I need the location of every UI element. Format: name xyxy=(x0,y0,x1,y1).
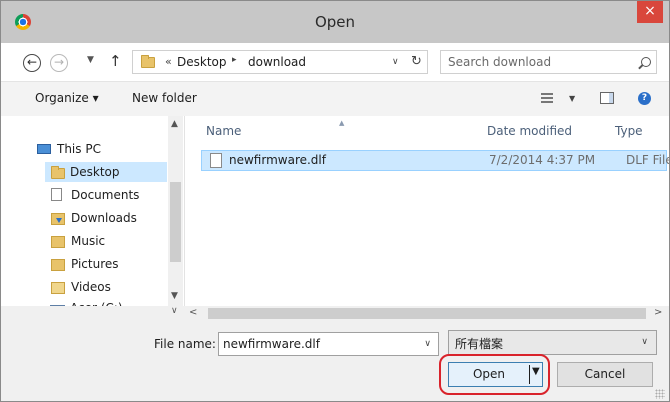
organize-button[interactable]: Organize ▾ xyxy=(35,91,99,105)
sidebar-item-music[interactable]: Music xyxy=(51,231,166,251)
dialog-title: Open xyxy=(314,13,356,31)
file-icon xyxy=(210,153,222,168)
file-type-select[interactable]: 所有檔案 ∨ xyxy=(448,330,657,355)
scroll-down-icon[interactable]: ▼ xyxy=(171,291,178,301)
file-list-horizontal-scrollbar[interactable]: < > xyxy=(184,306,669,321)
file-name-combobox[interactable]: ∨ xyxy=(218,332,439,356)
sidebar-horizontal-scrollbar[interactable]: ∨ xyxy=(1,306,184,321)
sidebar-item-videos[interactable]: Videos xyxy=(51,277,166,297)
close-button[interactable]: × xyxy=(637,1,663,23)
folder-icon xyxy=(141,55,155,68)
open-button-label: Open xyxy=(472,367,506,381)
column-header-name[interactable]: Name xyxy=(206,116,241,146)
new-folder-button[interactable]: New folder xyxy=(132,91,197,105)
sidebar-item-pictures[interactable]: Pictures xyxy=(51,254,166,274)
open-dialog: Open × ← → ▼ ↑ « Desktop ▸ download ∨ ↻ … xyxy=(0,0,670,402)
dialog-footer: File name: ∨ 所有檔案 ∨ Open ▼ Cancel xyxy=(1,321,669,401)
preview-pane-icon[interactable] xyxy=(600,92,614,104)
sidebar-item-label: Downloads xyxy=(71,211,137,225)
pictures-icon xyxy=(51,259,65,271)
breadcrumb-separator-icon[interactable]: ▸ xyxy=(232,55,237,65)
search-icon[interactable] xyxy=(641,57,651,67)
breadcrumb-desktop[interactable]: Desktop xyxy=(177,55,227,69)
downloads-icon xyxy=(51,213,65,225)
sidebar-item-label: Pictures xyxy=(71,257,119,271)
file-name-label: File name: xyxy=(154,337,216,351)
resize-grip-icon[interactable] xyxy=(655,389,665,399)
more-options-dropdown[interactable]: ▼ xyxy=(569,94,575,103)
sort-ascending-icon: ▲ xyxy=(339,119,345,127)
file-date: 7/2/2014 4:37 PM xyxy=(489,153,596,167)
computer-icon xyxy=(37,144,51,154)
sidebar-vertical-scrollbar[interactable]: ▲ ▼ xyxy=(168,116,183,306)
browser-area: This PC Desktop Documents Downloads Musi… xyxy=(1,116,669,321)
command-bar: Organize ▾ New folder ▼ ? xyxy=(1,81,669,117)
change-view-icon[interactable] xyxy=(541,93,553,103)
music-icon xyxy=(51,236,65,248)
search-box[interactable] xyxy=(440,50,657,74)
up-folder-button[interactable]: ↑ xyxy=(109,52,122,70)
scroll-up-icon[interactable]: ▲ xyxy=(171,119,178,129)
open-button[interactable]: Open ▼ xyxy=(448,362,543,387)
sidebar-item-label: Music xyxy=(71,234,106,248)
scroll-left-icon[interactable]: < xyxy=(189,307,197,318)
cancel-button-label: Cancel xyxy=(584,367,626,381)
documents-icon xyxy=(51,188,62,201)
column-header-type[interactable]: Type xyxy=(615,116,643,146)
chevron-down-icon[interactable]: ∨ xyxy=(641,337,648,347)
sidebar-item-this-pc[interactable]: This PC xyxy=(37,139,157,159)
file-type-value: 所有檔案 xyxy=(455,337,504,351)
breadcrumb-download[interactable]: download xyxy=(248,55,306,69)
cancel-button[interactable]: Cancel xyxy=(557,362,653,387)
navigation-pane: This PC Desktop Documents Downloads Musi… xyxy=(1,116,185,321)
address-bar[interactable]: « Desktop ▸ download ∨ ↻ xyxy=(132,50,428,74)
chevron-down-icon[interactable]: ∨ xyxy=(424,339,431,349)
forward-button[interactable]: → xyxy=(50,54,68,72)
recent-locations-button[interactable]: ▼ xyxy=(87,55,94,65)
sidebar-item-label: Documents xyxy=(71,188,140,202)
help-icon[interactable]: ? xyxy=(638,92,651,105)
search-input[interactable] xyxy=(448,53,618,71)
sidebar-item-label: Desktop xyxy=(70,165,120,179)
open-options-dropdown-icon[interactable]: ▼ xyxy=(532,366,540,377)
file-name: newfirmware.dlf xyxy=(229,153,326,167)
sidebar-item-documents[interactable]: Documents xyxy=(51,185,166,205)
scrollbar-thumb[interactable] xyxy=(170,182,181,262)
sidebar-item-label: Videos xyxy=(71,280,111,294)
refresh-icon[interactable]: ↻ xyxy=(411,54,422,69)
address-dropdown-button[interactable]: ∨ xyxy=(392,57,399,67)
scroll-right-icon[interactable]: > xyxy=(654,307,662,318)
scrollbar-thumb[interactable] xyxy=(208,308,646,319)
folder-icon xyxy=(51,166,65,179)
sidebar-item-label: This PC xyxy=(57,142,101,156)
scroll-down-chevron-icon[interactable]: ∨ xyxy=(171,306,178,316)
address-row: ← → ▼ ↑ « Desktop ▸ download ∨ ↻ xyxy=(1,43,669,81)
column-header-date[interactable]: Date modified xyxy=(487,116,572,146)
title-bar[interactable]: Open × xyxy=(1,1,669,43)
sidebar-item-downloads[interactable]: Downloads xyxy=(51,208,166,228)
file-row[interactable]: newfirmware.dlf 7/2/2014 4:37 PM DLF Fil… xyxy=(201,150,670,171)
file-type: DLF File xyxy=(626,153,670,167)
sidebar-item-desktop[interactable]: Desktop xyxy=(45,162,167,182)
file-name-input[interactable] xyxy=(223,335,413,353)
videos-icon xyxy=(51,282,65,294)
split-divider xyxy=(529,365,530,384)
back-button[interactable]: ← xyxy=(23,54,41,72)
overflow-chevron-icon[interactable]: « xyxy=(165,55,172,68)
